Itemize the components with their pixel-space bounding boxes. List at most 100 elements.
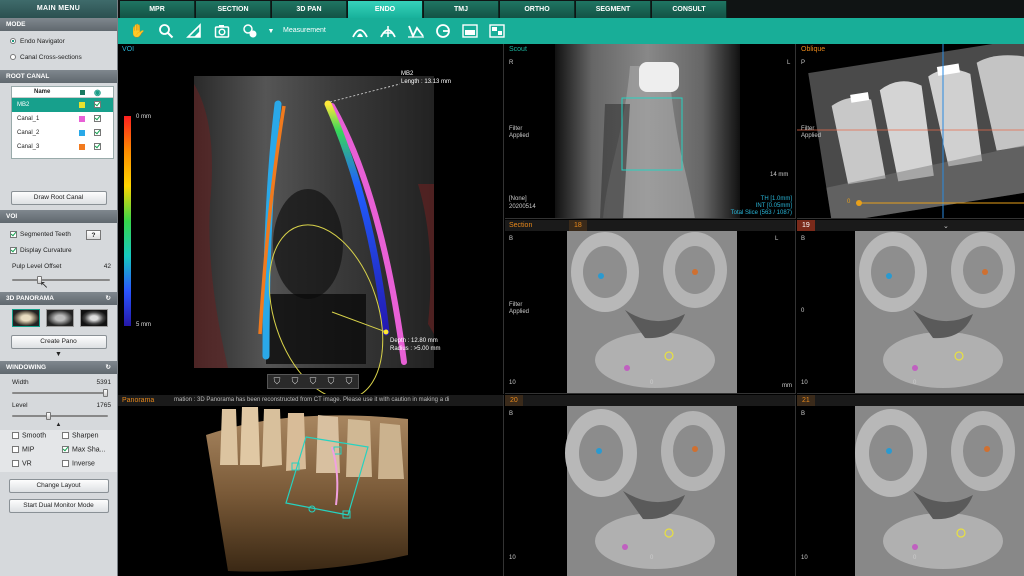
level-slider-handle[interactable] (45, 412, 51, 420)
section-4-number: 21 (797, 395, 815, 406)
tab-mpr[interactable]: MPR (120, 1, 195, 18)
max-shadow-checkbox[interactable] (62, 446, 69, 453)
pano-thumb-2[interactable] (46, 309, 74, 327)
tooth-view-4-icon[interactable]: ⛉ (328, 376, 335, 387)
canal-color-swatch[interactable] (79, 130, 85, 136)
windowing-icon[interactable] (184, 21, 204, 41)
canal-row-canal-2[interactable]: Canal_2 (12, 126, 113, 140)
oblique-top-marker: P (801, 60, 806, 66)
vr-option[interactable]: VR (12, 460, 32, 467)
pulp-level-offset-row: Pulp Level Offset 42 (0, 259, 117, 275)
radio-canal-cross-sections[interactable] (10, 54, 16, 61)
help-button[interactable]: ? (86, 230, 101, 240)
mip-option[interactable]: MIP (12, 446, 34, 453)
level-slider[interactable] (0, 412, 117, 420)
pan-hand-icon[interactable]: ✋ (128, 21, 148, 41)
segmented-teeth-option[interactable]: Segmented Teeth ? (0, 227, 117, 243)
start-dual-monitor-button[interactable]: Start Dual Monitor Mode (8, 499, 109, 513)
draw-root-canal-button[interactable]: Draw Root Canal (10, 191, 107, 205)
tooth-view-5-icon[interactable]: ⛉ (346, 376, 353, 387)
oblique-filter-line2: Applied (801, 133, 822, 139)
pano-thumb-1[interactable] (12, 309, 40, 327)
section-1-image (567, 220, 737, 393)
voi-viewport[interactable]: VOI 0 mm 5 mm MB2 Length : 13.13 mm Dept… (118, 44, 504, 394)
display-curvature-checkbox[interactable] (10, 246, 17, 254)
width-slider[interactable] (0, 389, 117, 397)
section-viewport-1[interactable]: Section 18 B L Filter Applied 10 0 mm (505, 220, 796, 394)
max-shadow-option[interactable]: Max Sha... (62, 446, 105, 453)
capture-camera-icon[interactable] (212, 21, 232, 41)
collapse-arrow-icon[interactable]: ▲ (0, 420, 117, 430)
3d-panorama-header: 3D PANORAMA ↻ (0, 292, 117, 305)
canal-visible-checkbox[interactable] (94, 115, 101, 122)
eye-icon: ◉ (94, 88, 101, 97)
zoom-icon[interactable] (156, 21, 176, 41)
tab-section[interactable]: SECTION (196, 1, 271, 18)
tab-segment[interactable]: SEGMENT (576, 1, 651, 18)
vr-checkbox[interactable] (12, 460, 19, 467)
oblique-viewport[interactable]: Oblique P Filter Applied 0 (797, 44, 1024, 219)
tab-endo[interactable]: ENDO (348, 1, 423, 18)
tab-ortho[interactable]: ORTHO (500, 1, 575, 18)
refresh-icon[interactable]: ↻ (106, 361, 111, 374)
canal-color-swatch[interactable] (79, 102, 85, 108)
sharpen-checkbox[interactable] (62, 432, 69, 439)
canal-visible-checkbox[interactable] (94, 129, 101, 136)
layout-grid-icon[interactable] (487, 21, 507, 41)
endo-view-1-icon[interactable] (350, 21, 370, 41)
annotation-tool-icon[interactable] (240, 21, 260, 41)
tab-3d-pan[interactable]: 3D PAN (272, 1, 347, 18)
section-viewport-3[interactable]: 20 B 10 0 (505, 395, 796, 576)
change-layout-button[interactable]: Change Layout (8, 479, 109, 493)
canal-visible-checkbox[interactable] (94, 101, 101, 108)
pulp-level-offset-value: 42 (103, 263, 111, 270)
tab-consult[interactable]: CONSULT (652, 1, 727, 18)
canal-visible-checkbox[interactable] (94, 143, 101, 150)
scout-right-marker: L (787, 60, 791, 66)
panorama-viewport[interactable]: Panorama mation : 3D Panorama has been r… (118, 395, 504, 576)
create-pano-button[interactable]: Create Pano (10, 335, 107, 349)
pano-thumb-3[interactable] (80, 309, 108, 327)
measurement-label[interactable]: Measurement (283, 18, 326, 44)
scout-info-2: 20200514 (509, 204, 536, 210)
sharpen-option[interactable]: Sharpen (62, 432, 98, 439)
rotate-view-icon[interactable] (433, 21, 453, 41)
segmented-teeth-checkbox[interactable] (10, 230, 17, 238)
section-2-center-label: 0 (913, 380, 917, 386)
refresh-icon[interactable]: ↻ (106, 292, 111, 305)
radio-endo-navigator[interactable] (10, 38, 16, 45)
canal-color-swatch[interactable] (79, 116, 85, 122)
smooth-option[interactable]: Smooth (12, 432, 46, 439)
section-viewport-4[interactable]: 21 B 10 0 (797, 395, 1024, 576)
canal-curve-icon[interactable] (406, 21, 426, 41)
section-3-number: 20 (505, 395, 523, 406)
scout-total-slice: Total Slice (563 / 1087) (730, 210, 792, 216)
panorama-view-icon[interactable] (460, 21, 480, 41)
tooth-view-3-icon[interactable]: ⛉ (310, 376, 317, 387)
section-2-expand-icon[interactable]: ⌄ (943, 223, 949, 230)
mode-endo-navigator[interactable]: Endo Navigator (0, 34, 117, 50)
measurement-dropdown-icon[interactable]: ▼ (266, 21, 276, 41)
section-viewport-2[interactable]: 19 ⌄ B 0 10 0 (797, 220, 1024, 394)
canal-row-canal-1[interactable]: Canal_1 (12, 112, 113, 126)
mode-canal-cross-sections[interactable]: Canal Cross-sections (0, 50, 117, 66)
oblique-label: Oblique (801, 46, 826, 53)
canal-color-swatch[interactable] (79, 144, 85, 150)
expand-arrow-icon[interactable]: ▼ (0, 349, 117, 361)
inverse-checkbox[interactable] (62, 460, 69, 467)
mip-checkbox[interactable] (12, 446, 19, 453)
section-4-header (797, 395, 1024, 406)
tooth-view-1-icon[interactable]: ⛉ (274, 376, 281, 387)
endo-view-2-icon[interactable] (378, 21, 398, 41)
scout-viewport[interactable]: Scout R L Filter Applied 14 mm [None] 20… (505, 44, 796, 219)
smooth-checkbox[interactable] (12, 432, 19, 439)
pulp-level-slider[interactable]: ↖ (0, 275, 117, 291)
canal-row-canal-3[interactable]: Canal_3 (12, 140, 113, 154)
width-slider-handle[interactable] (103, 389, 108, 397)
canal-row-mb2[interactable]: MB2 (12, 98, 113, 112)
tab-tmj[interactable]: TMJ (424, 1, 499, 18)
tooth-view-2-icon[interactable]: ⛉ (292, 376, 299, 387)
display-curvature-option[interactable]: Display Curvature (0, 243, 117, 259)
inverse-option[interactable]: Inverse (62, 460, 95, 467)
root-canal-table: Name ◉ MB2 Canal_1 Canal_2 Canal_3 (11, 86, 114, 159)
